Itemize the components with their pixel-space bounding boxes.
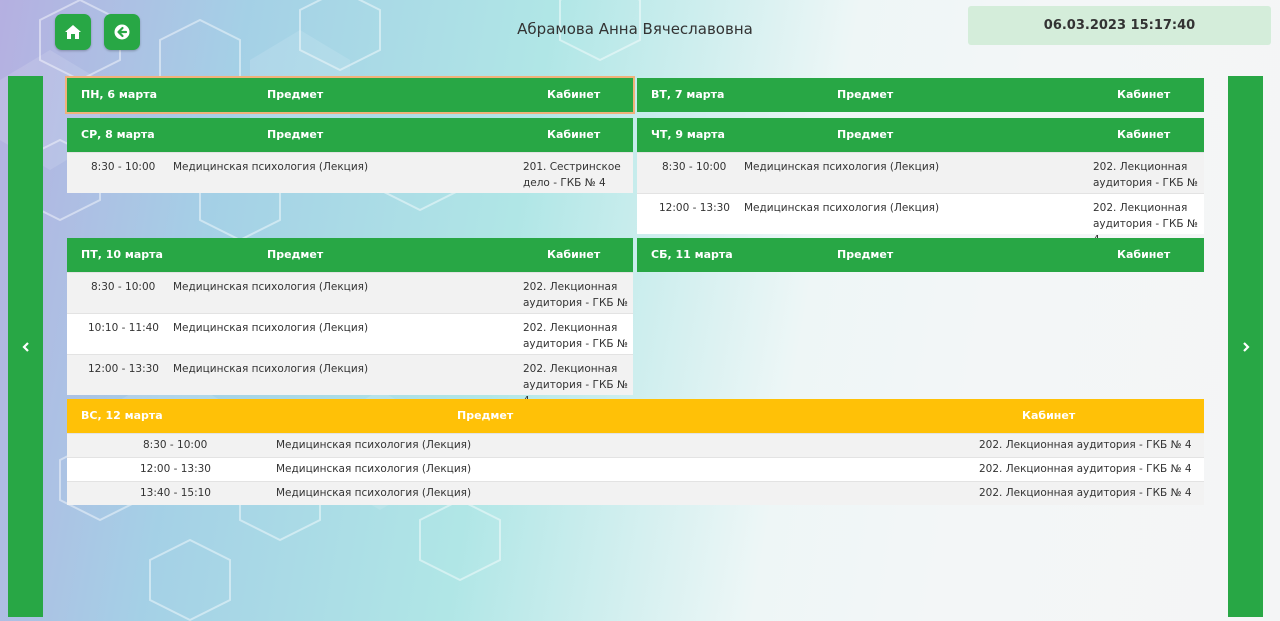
lesson-room-line1: 202. Лекционная [523, 281, 618, 293]
room-column-header: Кабинет [1117, 128, 1171, 141]
day-title: СР, 8 марта [81, 128, 155, 141]
room-column-header: Кабинет [547, 88, 601, 101]
day-thursday: ЧТ, 9 марта Предмет Кабинет 8:30 - 10:00… [637, 118, 1204, 246]
header: Абрамова Анна Вячеславовна 06.03.2023 15… [0, 0, 1280, 66]
day-sunday: ВС, 12 марта Предмет Кабинет 8:30 - 10:0… [67, 399, 1204, 505]
subject-column-header: Предмет [837, 248, 894, 261]
room-column-header: Кабинет [1117, 88, 1171, 101]
day-title: ВС, 12 марта [81, 409, 163, 422]
day-title: ЧТ, 9 марта [651, 128, 725, 141]
day-title: ПН, 6 марта [81, 88, 157, 101]
day-tuesday: ВТ, 7 марта Предмет Кабинет [637, 78, 1204, 112]
lesson-time: 12:00 - 13:30 [140, 463, 211, 475]
day-header: ВС, 12 марта Предмет Кабинет [67, 399, 1204, 433]
day-title: ВТ, 7 марта [651, 88, 725, 101]
lesson-time: 12:00 - 13:30 [88, 363, 159, 375]
lesson-subject: Медицинская психология (Лекция) [173, 322, 369, 334]
subject-column-header: Предмет [267, 128, 324, 141]
lesson-subject: Медицинская психология (Лекция) [744, 202, 940, 214]
lesson-time: 8:30 - 10:00 [91, 281, 156, 293]
lesson-row: 8:30 - 10:00 Медицинская психология (Лек… [67, 433, 1204, 457]
lesson-room: 202. Лекционная аудитория - ГКБ № 4 [979, 487, 1192, 499]
lesson-row: 8:30 - 10:00 Медицинская психология (Лек… [67, 272, 633, 325]
room-column-header: Кабинет [1022, 409, 1076, 422]
lesson-subject: Медицинская психология (Лекция) [173, 363, 369, 375]
lesson-row: 8:30 - 10:00 Медицинская психология (Лек… [67, 152, 633, 193]
lesson-time: 10:10 - 11:40 [88, 322, 159, 334]
lesson-subject: Медицинская психология (Лекция) [276, 487, 472, 499]
lesson-row: 10:10 - 11:40 Медицинская психология (Ле… [67, 313, 633, 366]
lesson-room-line1: 201. Сестринское [523, 161, 621, 173]
day-title: ПТ, 10 марта [81, 248, 163, 261]
lesson-subject: Медицинская психология (Лекция) [276, 439, 472, 451]
subject-column-header: Предмет [837, 128, 894, 141]
room-column-header: Кабинет [547, 128, 601, 141]
day-header: СР, 8 марта Предмет Кабинет [67, 118, 633, 152]
day-friday: ПТ, 10 марта Предмет Кабинет 8:30 - 10:0… [67, 238, 633, 407]
lesson-room: 202. Лекционная аудитория - ГКБ № 4 [979, 463, 1192, 475]
day-wednesday: СР, 8 марта Предмет Кабинет 8:30 - 10:00… [67, 118, 633, 193]
day-monday: ПН, 6 марта Предмет Кабинет [67, 78, 633, 112]
lesson-row: 12:00 - 13:30 Медицинская психология (Ле… [637, 193, 1204, 246]
day-header: ПТ, 10 марта Предмет Кабинет [67, 238, 633, 272]
room-column-header: Кабинет [1117, 248, 1171, 261]
lesson-room-line1: 202. Лекционная [1093, 161, 1188, 173]
subject-column-header: Предмет [267, 248, 324, 261]
lesson-time: 8:30 - 10:00 [143, 439, 208, 451]
lesson-time: 12:00 - 13:30 [659, 202, 730, 214]
subject-column-header: Предмет [837, 88, 894, 101]
day-header: ПН, 6 марта Предмет Кабинет [67, 78, 633, 112]
lesson-room-line1: 202. Лекционная [523, 363, 618, 375]
day-header: ВТ, 7 марта Предмет Кабинет [637, 78, 1204, 112]
lesson-row: 12:00 - 13:30 Медицинская психология (Ле… [67, 354, 633, 407]
home-button[interactable] [55, 14, 91, 50]
lesson-time: 8:30 - 10:00 [91, 161, 156, 173]
subject-column-header: Предмет [267, 88, 324, 101]
arrow-left-circle-icon [114, 24, 130, 40]
lesson-room-line1: 202. Лекционная [523, 322, 618, 334]
lesson-room-line1: 202. Лекционная [1093, 202, 1188, 214]
back-button[interactable] [104, 14, 140, 50]
lesson-subject: Медицинская психология (Лекция) [173, 161, 369, 173]
lesson-subject: Медицинская психология (Лекция) [744, 161, 940, 173]
lesson-row: 13:40 - 15:10 Медицинская психология (Ле… [67, 481, 1204, 505]
lesson-time: 8:30 - 10:00 [662, 161, 727, 173]
lesson-subject: Медицинская психология (Лекция) [173, 281, 369, 293]
lesson-subject: Медицинская психология (Лекция) [276, 463, 472, 475]
lesson-row: 12:00 - 13:30 Медицинская психология (Ле… [67, 457, 1204, 481]
home-icon [65, 25, 81, 39]
chevron-left-icon [21, 341, 29, 352]
day-header: СБ, 11 марта Предмет Кабинет [637, 238, 1204, 272]
day-saturday: СБ, 11 марта Предмет Кабинет [637, 238, 1204, 272]
next-week-button[interactable] [1228, 76, 1263, 617]
day-header: ЧТ, 9 марта Предмет Кабинет [637, 118, 1204, 152]
chevron-right-icon [1242, 341, 1250, 352]
lesson-room-line2: дело - ГКБ № 4 [523, 177, 606, 189]
user-name: Абрамова Анна Вячеславовна [517, 20, 753, 38]
room-column-header: Кабинет [547, 248, 601, 261]
lesson-room: 202. Лекционная аудитория - ГКБ № 4 [979, 439, 1192, 451]
prev-week-button[interactable] [8, 76, 43, 617]
lesson-row: 8:30 - 10:00 Медицинская психология (Лек… [637, 152, 1204, 205]
lesson-time: 13:40 - 15:10 [140, 487, 211, 499]
subject-column-header: Предмет [457, 409, 514, 422]
day-title: СБ, 11 марта [651, 248, 733, 261]
current-datetime: 06.03.2023 15:17:40 [968, 6, 1271, 45]
